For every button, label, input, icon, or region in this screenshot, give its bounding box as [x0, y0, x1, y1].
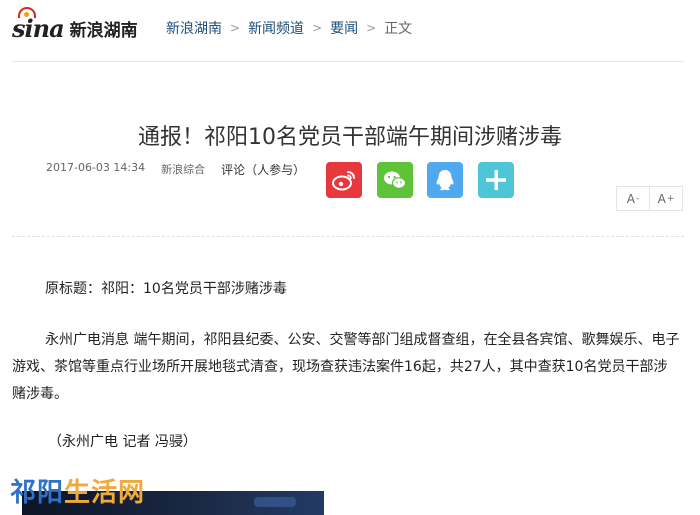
- logo-wordmark: sina: [12, 6, 65, 43]
- article-paragraph: 原标题：祁阳：10名党员干部涉赌涉毒: [45, 281, 287, 297]
- breadcrumb-separator: >: [366, 21, 377, 35]
- image-detail: [254, 497, 296, 507]
- article-paragraph: 永州广电消息 端午期间，祁阳县纪委、公安、交警等部门组成督查组，在全县各宾馆、歌…: [12, 332, 680, 402]
- share-more-button[interactable]: [478, 162, 514, 198]
- breadcrumb-separator: >: [230, 21, 241, 35]
- plus-icon: [486, 170, 506, 190]
- publish-date: 2017-06-03 14:34: [46, 161, 146, 174]
- qq-icon: [436, 170, 454, 191]
- article-title: 通报！祁阳10名党员干部端午期间涉赌涉毒: [138, 124, 562, 150]
- comment-link[interactable]: 评论（人参与）: [221, 161, 305, 178]
- font-size-controls: A- A +: [616, 186, 683, 211]
- article-source[interactable]: 新浪综合: [161, 161, 205, 178]
- breadcrumb-news-channel[interactable]: 新闻频道: [248, 18, 304, 38]
- breadcrumb-current: 正文: [384, 21, 413, 37]
- meta-divider: [12, 236, 684, 237]
- breadcrumb-home[interactable]: 新浪湖南: [166, 18, 222, 38]
- site-watermark: 祁阳生活网: [10, 477, 146, 507]
- logo-site-name: 新浪湖南: [69, 20, 138, 41]
- header-divider: [12, 61, 684, 62]
- article-meta: 2017-06-03 14:34 新浪综合 评论（人参与）: [46, 161, 305, 178]
- font-increase-button[interactable]: A +: [650, 186, 683, 211]
- wechat-icon: [384, 171, 407, 189]
- weibo-icon: [332, 171, 355, 191]
- share-qq-button[interactable]: [427, 162, 463, 198]
- breadcrumb-headlines[interactable]: 要闻: [330, 18, 358, 38]
- font-decrease-button[interactable]: A-: [616, 186, 650, 211]
- breadcrumb: 新浪湖南 > 新闻频道 > 要闻 > 正文: [166, 18, 412, 38]
- share-weibo-button[interactable]: [326, 162, 362, 198]
- share-wechat-button[interactable]: [377, 162, 413, 198]
- article-byline: （永州广电 记者 冯骎）: [48, 434, 197, 450]
- sina-logo[interactable]: sina 新浪湖南: [12, 6, 138, 44]
- breadcrumb-separator: >: [312, 21, 323, 35]
- sina-eye-icon: [18, 6, 36, 18]
